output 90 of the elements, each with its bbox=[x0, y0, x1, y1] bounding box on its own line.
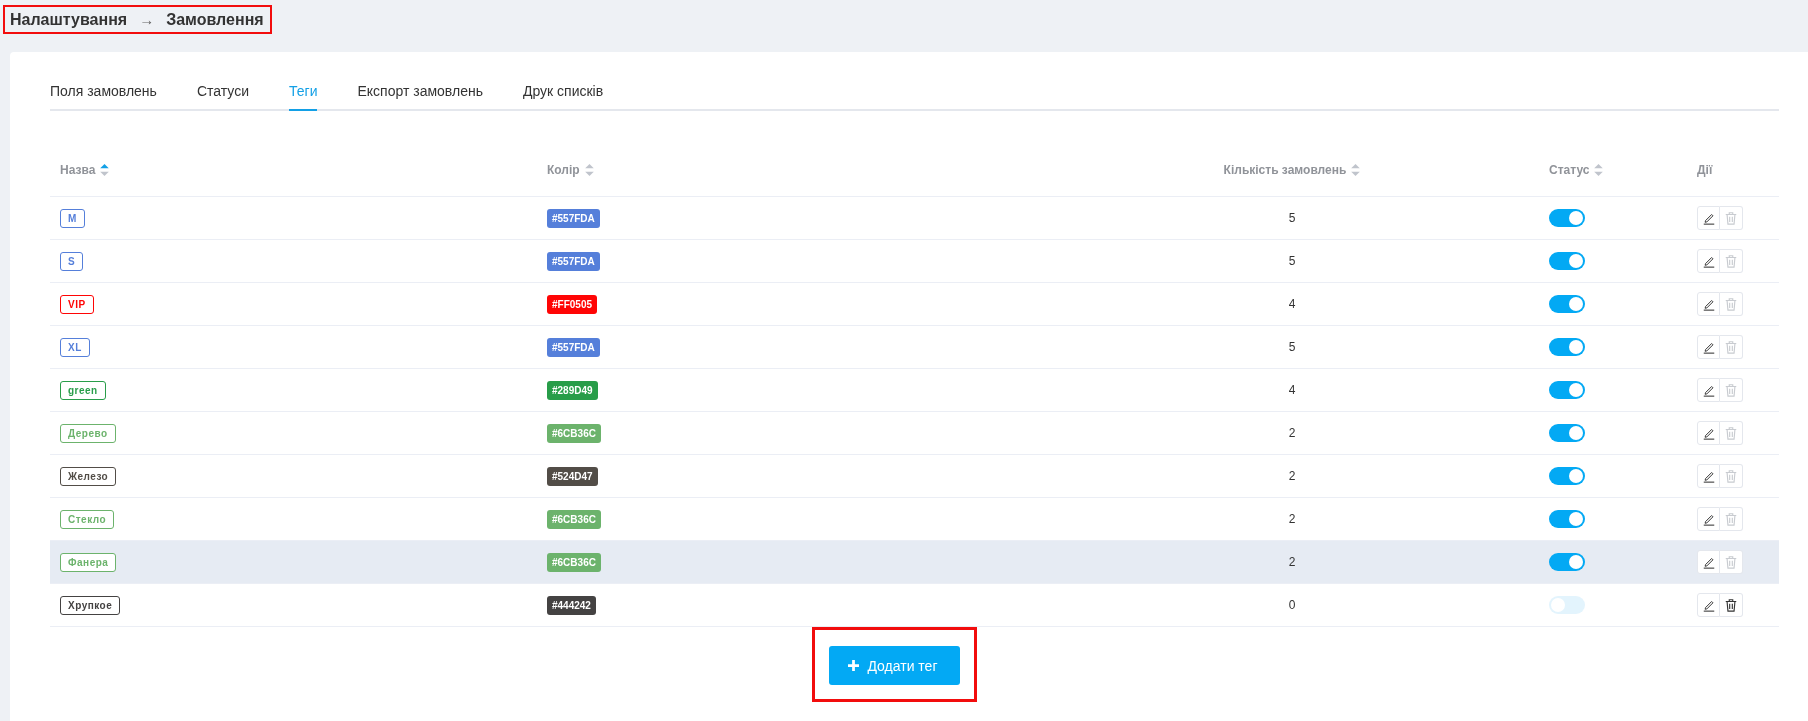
sort-icon[interactable] bbox=[1351, 163, 1361, 176]
status-toggle[interactable] bbox=[1549, 381, 1585, 399]
order-count: 5 bbox=[1288, 254, 1296, 268]
tag-label: Стекло bbox=[60, 509, 115, 529]
edit-button[interactable] bbox=[1697, 206, 1720, 230]
pencil-icon bbox=[1701, 598, 1716, 612]
status-toggle[interactable] bbox=[1549, 295, 1585, 313]
status-toggle[interactable] bbox=[1549, 553, 1585, 571]
column-header[interactable]: Статус bbox=[1549, 162, 1590, 177]
color-badge: #6CB36C bbox=[547, 509, 601, 529]
column-header[interactable]: Колір bbox=[547, 162, 580, 177]
edit-button[interactable] bbox=[1697, 464, 1720, 488]
color-badge: #289D49 bbox=[547, 380, 598, 400]
sort-icon[interactable] bbox=[100, 163, 110, 176]
delete-button[interactable] bbox=[1720, 593, 1743, 617]
pencil-icon bbox=[1701, 512, 1716, 526]
column-header[interactable]: Назва bbox=[60, 162, 96, 177]
order-count: 4 bbox=[1288, 297, 1296, 311]
edit-button[interactable] bbox=[1697, 550, 1720, 574]
tab[interactable]: Експорт замовлень bbox=[357, 83, 483, 111]
tag-label: Железо bbox=[60, 466, 117, 486]
breadcrumb-link[interactable]: Налаштування bbox=[10, 10, 128, 29]
tag-label: Фанера bbox=[60, 552, 117, 572]
status-toggle[interactable] bbox=[1549, 510, 1585, 528]
edit-button[interactable] bbox=[1697, 249, 1720, 273]
order-count: 0 bbox=[1288, 598, 1296, 612]
status-toggle[interactable] bbox=[1549, 596, 1585, 614]
trash-icon bbox=[1724, 211, 1738, 225]
pencil-icon bbox=[1701, 297, 1716, 311]
color-badge: #444242 bbox=[547, 595, 596, 615]
pencil-icon bbox=[1701, 340, 1716, 354]
status-toggle[interactable] bbox=[1549, 424, 1585, 442]
color-badge: #557FDA bbox=[547, 251, 600, 271]
column-header[interactable]: Кількість замовлень bbox=[1223, 162, 1347, 177]
sort-icon[interactable] bbox=[584, 163, 594, 176]
trash-icon bbox=[1724, 426, 1738, 440]
order-count: 5 bbox=[1288, 340, 1296, 354]
order-count: 2 bbox=[1288, 469, 1296, 483]
order-count: 2 bbox=[1288, 512, 1296, 526]
edit-button[interactable] bbox=[1697, 421, 1720, 445]
order-count: 5 bbox=[1288, 211, 1296, 225]
trash-icon bbox=[1724, 383, 1738, 397]
color-badge: #557FDA bbox=[547, 208, 600, 228]
status-toggle[interactable] bbox=[1549, 209, 1585, 227]
sort-icon[interactable] bbox=[1594, 163, 1604, 176]
trash-icon bbox=[1724, 512, 1738, 526]
trash-icon bbox=[1724, 555, 1738, 569]
pencil-icon bbox=[1701, 555, 1716, 569]
color-badge: #FF0505 bbox=[547, 294, 598, 314]
pencil-icon bbox=[1701, 254, 1716, 268]
color-badge: #6CB36C bbox=[547, 423, 601, 443]
color-badge: #557FDA bbox=[547, 337, 600, 357]
add-tag-button[interactable]: Додати тег bbox=[829, 646, 960, 685]
breadcrumb-separator: → bbox=[139, 11, 155, 28]
order-count: 4 bbox=[1288, 383, 1296, 397]
trash-icon bbox=[1724, 297, 1738, 311]
tag-label: S bbox=[60, 251, 84, 271]
tab[interactable]: Поля замовлень bbox=[50, 83, 157, 111]
pencil-icon bbox=[1701, 426, 1716, 440]
status-toggle[interactable] bbox=[1549, 338, 1585, 356]
edit-button[interactable] bbox=[1697, 335, 1720, 359]
color-badge: #6CB36C bbox=[547, 552, 601, 572]
tag-label: Дерево bbox=[60, 423, 116, 443]
pencil-icon bbox=[1701, 383, 1716, 397]
edit-button[interactable] bbox=[1697, 507, 1720, 531]
trash-icon bbox=[1724, 598, 1738, 612]
breadcrumb-current: Замовлення bbox=[166, 10, 264, 29]
tag-label: VIP bbox=[60, 294, 94, 314]
tab[interactable]: Теги bbox=[289, 83, 318, 111]
edit-button[interactable] bbox=[1697, 378, 1720, 402]
color-badge: #524D47 bbox=[547, 466, 598, 486]
status-toggle[interactable] bbox=[1549, 467, 1585, 485]
tag-label: Хрупкое bbox=[60, 595, 121, 615]
trash-icon bbox=[1724, 469, 1738, 483]
edit-button[interactable] bbox=[1697, 292, 1720, 316]
tag-label: XL bbox=[60, 337, 90, 357]
plus-icon bbox=[848, 660, 860, 671]
trash-icon bbox=[1724, 254, 1738, 268]
pencil-icon bbox=[1701, 469, 1716, 483]
tag-label: green bbox=[60, 380, 106, 400]
order-count: 2 bbox=[1288, 555, 1296, 569]
tab[interactable]: Статуси bbox=[196, 83, 249, 111]
edit-button[interactable] bbox=[1697, 593, 1720, 617]
tab[interactable]: Друк списків bbox=[522, 83, 604, 111]
trash-icon bbox=[1724, 340, 1738, 354]
column-label: Дії bbox=[1697, 162, 1713, 177]
order-count: 2 bbox=[1288, 426, 1296, 440]
tag-label: M bbox=[60, 208, 85, 228]
pencil-icon bbox=[1701, 211, 1716, 225]
status-toggle[interactable] bbox=[1549, 252, 1585, 270]
